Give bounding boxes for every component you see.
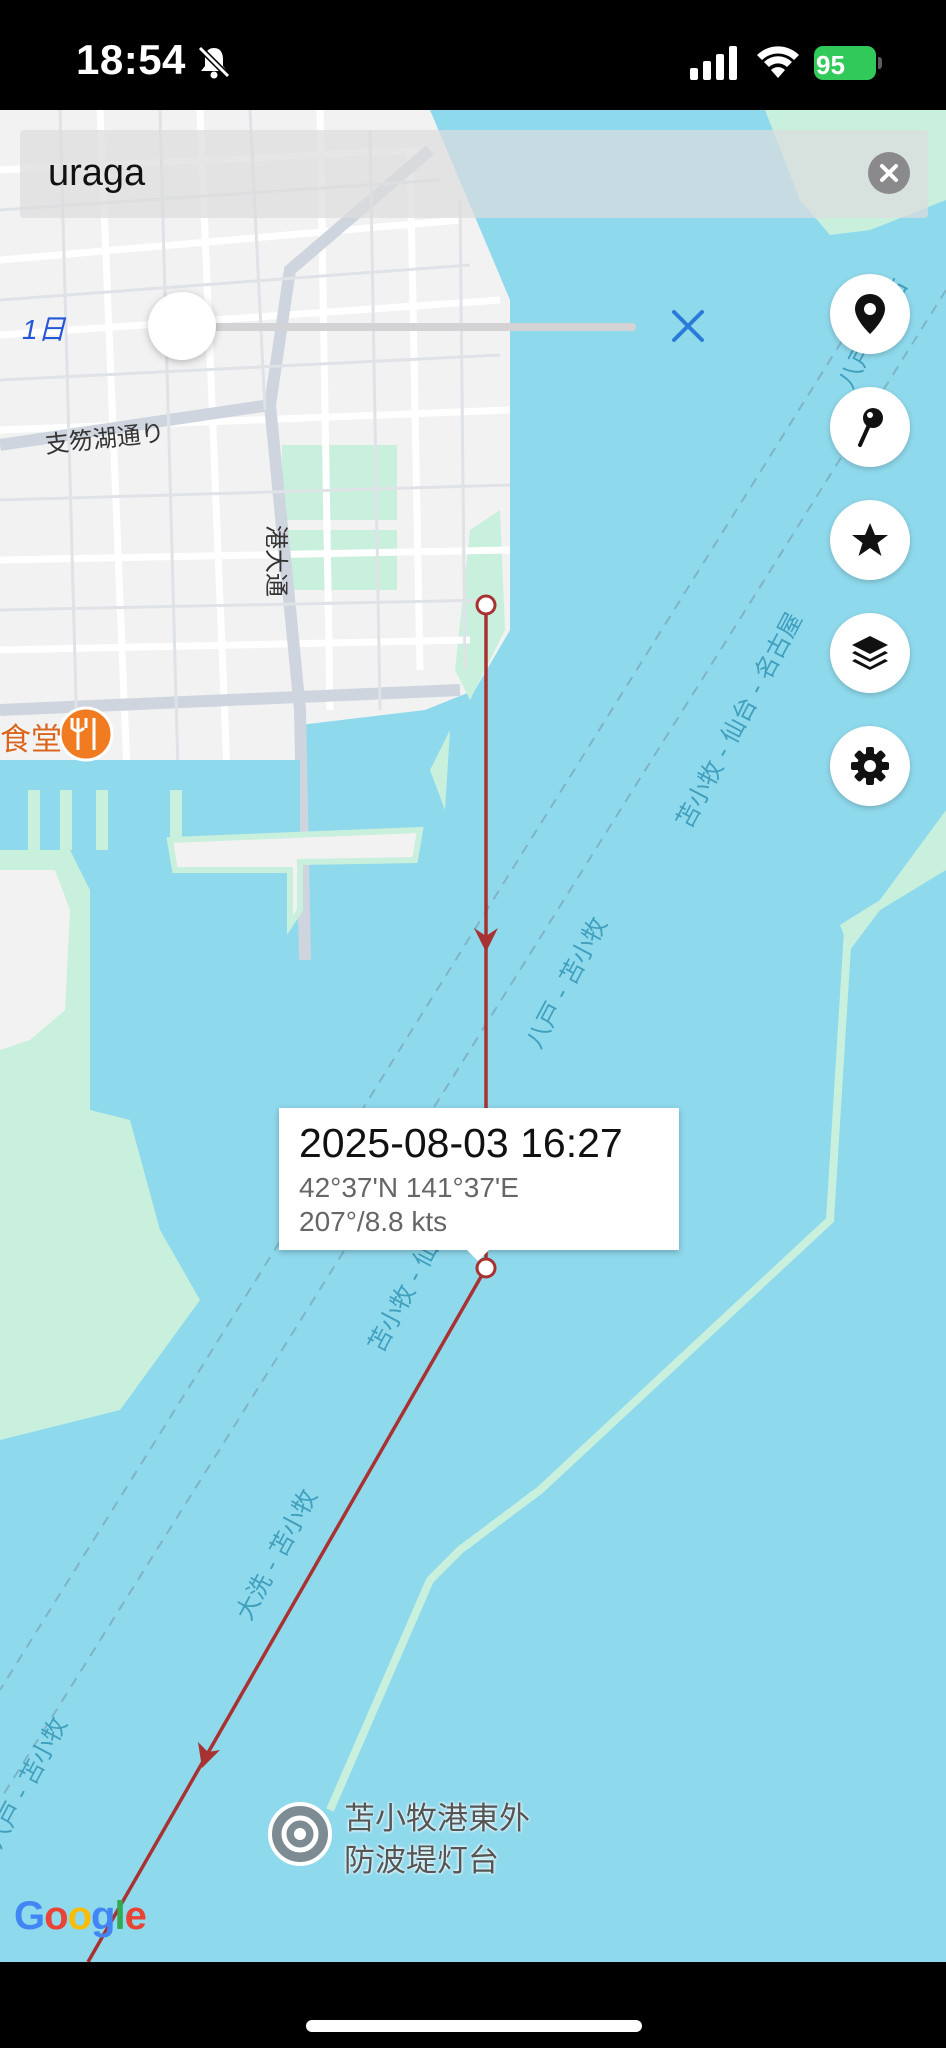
restaurant-marker[interactable] bbox=[58, 706, 114, 762]
pin-button[interactable] bbox=[830, 387, 910, 467]
lighthouse-marker[interactable] bbox=[268, 1802, 332, 1866]
gear-icon bbox=[851, 747, 889, 785]
status-time: 18:54 bbox=[76, 36, 186, 83]
day-slider-thumb[interactable] bbox=[148, 292, 216, 360]
route-label-4: 大洗 - 苫小牧 bbox=[231, 1485, 323, 1625]
wifi-icon bbox=[757, 46, 799, 78]
day-slider-track[interactable] bbox=[176, 323, 636, 331]
close-icon[interactable] bbox=[668, 306, 708, 346]
battery-level: 95 bbox=[816, 50, 845, 80]
layers-button[interactable] bbox=[830, 613, 910, 693]
lighthouse-label-line2: 防波堤灯台 bbox=[344, 1843, 499, 1878]
battery-charging-icon: 95 bbox=[814, 46, 882, 80]
bell-slash-icon bbox=[197, 45, 231, 79]
popup-course-speed: 207°/8.8 kts bbox=[299, 1206, 448, 1237]
status-bar: 18:54 95 bbox=[0, 0, 946, 110]
home-indicator[interactable] bbox=[306, 2020, 642, 2032]
street-label-2: 港大通 bbox=[262, 525, 290, 597]
clear-icon[interactable] bbox=[868, 152, 910, 194]
google-logo: Google bbox=[14, 1894, 147, 1938]
signal-icon bbox=[690, 46, 737, 80]
pushpin-icon bbox=[858, 408, 883, 447]
settings-button[interactable] bbox=[830, 726, 910, 806]
popup-datetime: 2025-08-03 16:27 bbox=[299, 1120, 623, 1166]
lighthouse-label-line1: 苫小牧港東外 bbox=[344, 1801, 530, 1836]
route-label-2: 八戸 - 苫小牧 bbox=[521, 913, 613, 1053]
location-pin-button[interactable] bbox=[830, 274, 910, 354]
lighthouse-label: 苫小牧港東外 防波堤灯台 bbox=[344, 1798, 530, 1882]
star-icon bbox=[852, 523, 888, 556]
popup-pointer bbox=[465, 1248, 491, 1261]
location-pin-icon bbox=[855, 294, 885, 334]
search-bar[interactable]: uraga bbox=[20, 130, 928, 218]
route-label-5: 八戸 - 苫小牧 bbox=[0, 1713, 73, 1853]
restaurant-label: 食堂 bbox=[0, 722, 62, 757]
layers-icon bbox=[852, 636, 888, 670]
map-view[interactable]: 苫小牧 - 仙台 - 名古屋 八戸 - 苫小牧 苫小牧 - 仙 大洗 - 苫小牧… bbox=[0, 110, 946, 1962]
bottom-bar bbox=[0, 1962, 946, 2048]
track-point-popup[interactable]: 2025-08-03 16:27 42°37'N 141°37'E 207°/8… bbox=[279, 1108, 679, 1261]
route-label-1: 苫小牧 - 仙台 - 名古屋 bbox=[671, 608, 808, 833]
favorites-button[interactable] bbox=[830, 500, 910, 580]
day-range-label: 1日 bbox=[22, 314, 66, 345]
search-input[interactable]: uraga bbox=[48, 152, 145, 195]
popup-coordinates: 42°37'N 141°37'E bbox=[299, 1172, 519, 1203]
route-label-3: 苫小牧 - 仙 bbox=[363, 1238, 444, 1357]
map-canvas[interactable]: 苫小牧 - 仙台 - 名古屋 八戸 - 苫小牧 苫小牧 - 仙 大洗 - 苫小牧… bbox=[0, 110, 946, 1962]
